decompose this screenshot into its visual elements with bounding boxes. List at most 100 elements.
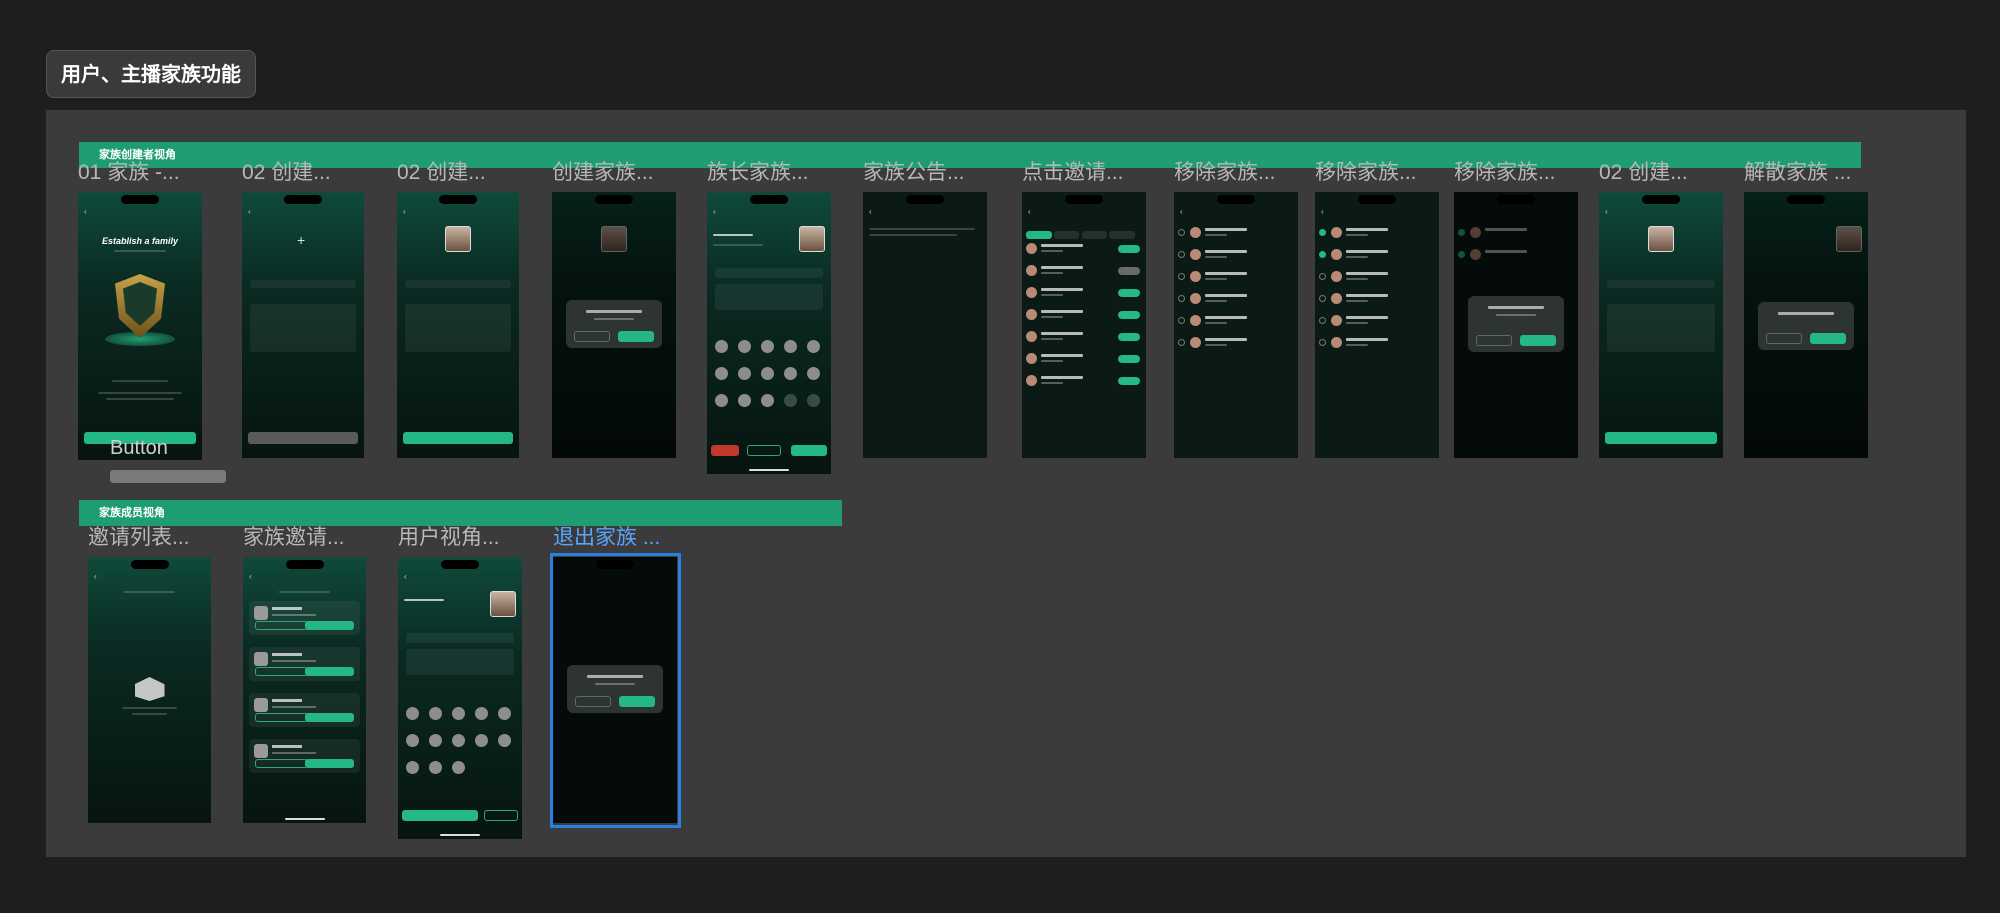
back-arrow-icon[interactable]: ‹ <box>403 207 406 216</box>
enter-family-button[interactable] <box>402 810 478 821</box>
confirm-create-dialog[interactable] <box>566 300 662 348</box>
member-avatar[interactable] <box>784 367 797 380</box>
member-avatar[interactable] <box>807 340 820 353</box>
family-name-input[interactable] <box>250 280 356 288</box>
member-avatar[interactable] <box>761 340 774 353</box>
add-member-icon[interactable] <box>784 394 797 407</box>
member-avatar[interactable] <box>452 761 465 774</box>
phone-create-form-empty[interactable]: ‹ + <box>242 192 364 458</box>
confirm-remove-dialog[interactable] <box>1468 296 1564 352</box>
back-arrow-icon[interactable]: ‹ <box>1028 207 1031 216</box>
frame-title[interactable]: 02 创建... <box>242 156 331 186</box>
ghost-button[interactable]: Button <box>110 437 168 460</box>
phone-create-form-filled[interactable]: ‹ <box>397 192 519 458</box>
list-item[interactable] <box>1319 248 1433 262</box>
back-arrow-icon[interactable]: ‹ <box>869 207 872 216</box>
phone-patriarch-family[interactable]: ‹ <box>707 192 831 474</box>
confirm-button[interactable] <box>618 331 654 342</box>
cancel-button[interactable] <box>1766 333 1802 344</box>
frame-title[interactable]: 邀请列表... <box>88 521 190 551</box>
disabled-create-button[interactable] <box>110 470 226 483</box>
invite-card[interactable] <box>249 601 360 635</box>
phone-confirm-create[interactable] <box>552 192 676 458</box>
member-avatar[interactable] <box>475 707 488 720</box>
family-notice-textarea[interactable] <box>405 304 511 352</box>
member-avatar[interactable] <box>738 394 751 407</box>
list-item[interactable] <box>1026 308 1140 322</box>
frame-title[interactable]: 家族邀请... <box>243 521 345 551</box>
member-avatar[interactable] <box>498 707 511 720</box>
list-item[interactable] <box>1319 336 1433 350</box>
phone-invite-list-empty[interactable]: ‹ <box>88 557 211 823</box>
phone-family-notice[interactable]: ‹ <box>863 192 987 458</box>
family-notice-row[interactable] <box>715 284 823 310</box>
frame-title-selected[interactable]: 退出家族 ... <box>553 521 660 551</box>
family-avatar[interactable] <box>1648 226 1674 252</box>
decline-button[interactable] <box>255 621 309 630</box>
phone-remove-members[interactable]: ‹ <box>1174 192 1298 458</box>
frame-title[interactable]: 用户视角... <box>398 521 500 551</box>
frame-title[interactable]: 02 创建... <box>397 156 486 186</box>
decline-button[interactable] <box>255 759 309 768</box>
member-avatar[interactable] <box>429 734 442 747</box>
edit-family-button[interactable] <box>747 445 781 456</box>
frame-title[interactable]: 02 创建... <box>1599 156 1688 186</box>
decline-button[interactable] <box>255 667 309 676</box>
member-avatar[interactable] <box>784 340 797 353</box>
member-avatar[interactable] <box>452 707 465 720</box>
member-avatar[interactable] <box>406 707 419 720</box>
phone-confirm-remove[interactable] <box>1454 192 1578 458</box>
confirm-button[interactable] <box>1810 333 1846 344</box>
accept-button[interactable] <box>305 621 354 630</box>
list-item[interactable] <box>1319 314 1433 328</box>
cancel-button[interactable] <box>574 331 610 342</box>
band-creator-view[interactable]: 家族创建者视角 <box>79 142 1861 168</box>
list-item[interactable] <box>1026 374 1140 388</box>
enter-family-button[interactable] <box>791 445 827 456</box>
list-item[interactable] <box>1026 352 1140 366</box>
list-item[interactable] <box>1178 314 1292 328</box>
back-arrow-icon[interactable]: ‹ <box>1605 207 1608 216</box>
family-notice-textarea[interactable] <box>250 304 356 352</box>
frame-title[interactable]: 移除家族... <box>1315 156 1417 186</box>
member-avatar[interactable] <box>475 734 488 747</box>
member-avatar[interactable] <box>807 367 820 380</box>
phone-family-invites[interactable]: ‹ <box>243 557 366 823</box>
back-arrow-icon[interactable]: ‹ <box>1321 207 1324 216</box>
list-item[interactable] <box>1026 242 1140 256</box>
accept-button[interactable] <box>305 667 354 676</box>
member-avatar[interactable] <box>429 707 442 720</box>
frame-title[interactable]: 解散家族 ... <box>1744 156 1851 186</box>
save-button[interactable] <box>1605 432 1717 444</box>
phone-user-view-family[interactable]: ‹ <box>398 557 522 839</box>
list-item[interactable] <box>1026 330 1140 344</box>
phone-invite[interactable]: ‹ <box>1022 192 1146 458</box>
member-avatar[interactable] <box>738 367 751 380</box>
accept-button[interactable] <box>305 759 354 768</box>
list-item[interactable] <box>1178 226 1292 240</box>
disband-button[interactable] <box>711 445 739 456</box>
family-name-row[interactable] <box>406 633 514 643</box>
member-avatar[interactable] <box>429 761 442 774</box>
remove-member-icon[interactable] <box>807 394 820 407</box>
confirm-button[interactable] <box>1520 335 1556 346</box>
member-avatar[interactable] <box>406 734 419 747</box>
list-item[interactable] <box>1178 248 1292 262</box>
back-arrow-icon[interactable]: ‹ <box>249 572 252 581</box>
phone-edit-family[interactable]: ‹ <box>1599 192 1723 458</box>
phone-confirm-disband[interactable] <box>1744 192 1868 458</box>
list-item[interactable] <box>1319 226 1433 240</box>
member-avatar[interactable] <box>761 367 774 380</box>
create-button-disabled[interactable] <box>248 432 358 444</box>
member-avatar[interactable] <box>498 734 511 747</box>
create-button[interactable] <box>403 432 513 444</box>
phone-remove-members-selected[interactable]: ‹ <box>1315 192 1439 458</box>
back-arrow-icon[interactable]: ‹ <box>404 572 407 581</box>
add-avatar-icon[interactable]: + <box>297 232 305 248</box>
back-arrow-icon[interactable]: ‹ <box>713 207 716 216</box>
back-arrow-icon[interactable]: ‹ <box>94 572 97 581</box>
invite-card[interactable] <box>249 739 360 773</box>
back-arrow-icon[interactable]: ‹ <box>248 207 251 216</box>
family-avatar[interactable] <box>445 226 471 252</box>
member-avatar[interactable] <box>715 340 728 353</box>
